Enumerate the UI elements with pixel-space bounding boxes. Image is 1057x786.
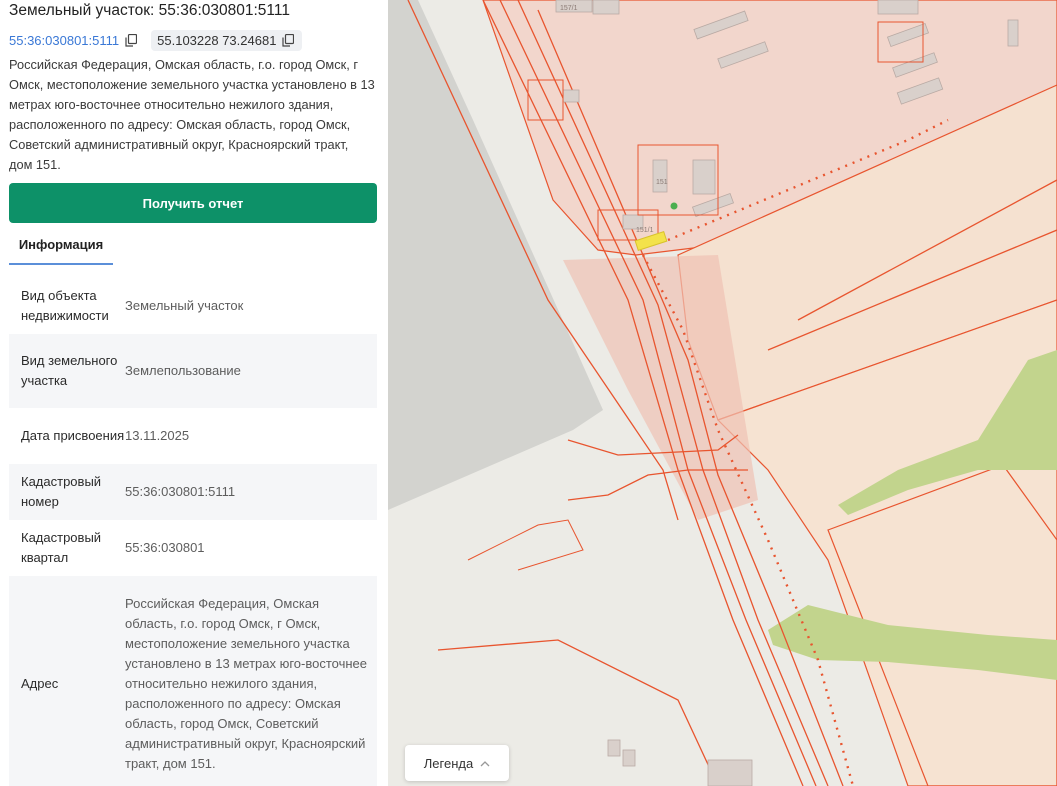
table-row: Адрес Российская Федерация, Омская облас… (9, 576, 377, 786)
building-label: 151/1 (636, 227, 654, 234)
row-key: Вид земельного участка (21, 353, 118, 388)
location-marker (670, 202, 678, 210)
row-key: Дата присвоения (21, 428, 125, 443)
copy-icon[interactable] (125, 33, 138, 47)
building-label: 151 (656, 179, 668, 186)
building-label: 157/1 (560, 5, 578, 12)
row-value: Земельный участок (125, 297, 244, 313)
legend-button[interactable]: Легенда (405, 745, 509, 781)
row-key: Кадастровый квартал (21, 530, 102, 565)
get-report-button[interactable]: Получить отчет (9, 183, 377, 223)
cadastral-number-text: 55:36:030801:5111 (9, 32, 120, 48)
table-row: Кадастровый номер 55:36:030801:5111 (9, 464, 377, 520)
row-value: 13.11.2025 (125, 428, 190, 443)
chevron-up-icon (480, 760, 490, 766)
table-row: Вид объекта недвижимости Земельный участ… (9, 277, 377, 334)
page-title: Земельный участок: 55:36:030801:5111 (9, 2, 290, 19)
cadastral-map[interactable]: 157/1 151 151/1 (388, 0, 1057, 786)
table-row: Кадастровый квартал 55:36:030801 (9, 520, 377, 576)
row-key: Вид объекта недвижимости (21, 287, 109, 323)
coordinates-text: 55.103228 73.24681 (157, 32, 277, 48)
row-value: 55:36:030801:5111 (125, 484, 236, 499)
row-value: 55:36:030801 (125, 540, 205, 555)
map-canvas[interactable]: 157/1 151 151/1 (388, 0, 1057, 786)
row-key: Адрес (21, 676, 59, 691)
cadastral-number-link[interactable]: 55:36:030801:5111 (9, 32, 138, 48)
identifier-chips: 55:36:030801:5111 55.103228 73.24681 (9, 29, 303, 51)
row-value: Землепользование (125, 363, 241, 378)
info-table: Вид объекта недвижимости Земельный участ… (9, 277, 377, 786)
copy-icon[interactable] (282, 33, 295, 47)
legend-label: Легенда (423, 755, 474, 771)
row-value: Российская Федерация, Омская область, г.… (125, 596, 368, 771)
table-row: Дата присвоения 13.11.2025 (9, 408, 377, 464)
row-key: Кадастровый номер (21, 474, 102, 509)
coordinates-chip[interactable]: 55.103228 73.24681 (151, 29, 303, 51)
address-description: Российская Федерация, Омская область, г.… (9, 57, 375, 172)
tab-information[interactable]: Информация (9, 228, 113, 265)
table-row: Вид земельного участка Землепользование (9, 334, 377, 408)
info-panel: Земельный участок: 55:36:030801:5111 55:… (0, 0, 388, 786)
